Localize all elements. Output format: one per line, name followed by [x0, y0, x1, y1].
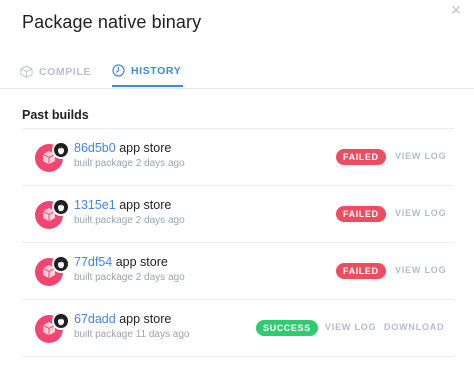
view-log-button[interactable]: VIEW LOG	[325, 322, 376, 332]
package-binary-dialog: Package native binary × COMPILE HISTORY …	[0, 0, 474, 391]
build-target: app store	[119, 312, 172, 326]
tab-bar: COMPILE HISTORY	[0, 56, 474, 89]
apple-icon	[58, 203, 64, 211]
build-target: app store	[115, 255, 168, 269]
app-avatar	[35, 141, 70, 172]
tab-compile-label: COMPILE	[39, 65, 92, 78]
apple-badge	[52, 198, 70, 216]
download-button[interactable]: DOWNLOAD	[384, 322, 444, 332]
clock-icon	[112, 64, 125, 77]
app-avatar	[35, 312, 70, 343]
build-info: 77df54 app store built package 2 days ag…	[74, 255, 185, 283]
build-hash-link[interactable]: 1315e1	[74, 198, 116, 212]
view-log-button[interactable]: VIEW LOG	[395, 151, 446, 161]
build-subtitle: built package 2 days ago	[74, 158, 185, 169]
build-subtitle: built package 11 days ago	[74, 329, 190, 340]
build-info: 67dadd app store built package 11 days a…	[74, 312, 189, 340]
apple-badge	[52, 255, 70, 273]
view-log-button[interactable]: VIEW LOG	[395, 208, 446, 218]
status-badge: SUCCESS	[256, 320, 318, 336]
build-subtitle: built package 2 days ago	[74, 272, 185, 283]
apple-icon	[58, 146, 64, 154]
app-avatar	[35, 198, 70, 229]
apple-icon	[58, 317, 64, 325]
view-log-button[interactable]: VIEW LOG	[395, 265, 446, 275]
tab-history-label: HISTORY	[131, 64, 182, 77]
build-hash-link[interactable]: 77df54	[74, 255, 112, 269]
build-info: 86d5b0 app store built package 2 days ag…	[74, 141, 185, 169]
status-badge: FAILED	[336, 149, 386, 165]
status-badge: FAILED	[336, 206, 386, 222]
app-avatar	[35, 255, 70, 286]
builds-list: 86d5b0 app store built package 2 days ag…	[22, 128, 454, 357]
status-badge: FAILED	[336, 263, 386, 279]
build-info: 1315e1 app store built package 2 days ag…	[74, 198, 185, 226]
tab-history[interactable]: HISTORY	[112, 56, 184, 87]
section-title: Past builds	[22, 108, 89, 122]
apple-icon	[58, 260, 64, 268]
dialog-title: Package native binary	[22, 12, 202, 32]
build-row: 1315e1 app store built package 2 days ag…	[22, 185, 454, 242]
build-target: app store	[119, 141, 172, 155]
build-hash-link[interactable]: 86d5b0	[74, 141, 116, 155]
tab-compile[interactable]: COMPILE	[20, 56, 91, 87]
build-row: 77df54 app store built package 2 days ag…	[22, 242, 454, 299]
build-row: 67dadd app store built package 11 days a…	[22, 299, 454, 357]
build-subtitle: built package 2 days ago	[74, 215, 185, 226]
build-target: app store	[119, 198, 172, 212]
build-row: 86d5b0 app store built package 2 days ag…	[22, 128, 454, 185]
box-icon	[20, 65, 33, 78]
build-hash-link[interactable]: 67dadd	[74, 312, 116, 326]
apple-badge	[52, 141, 70, 159]
apple-badge	[52, 312, 70, 330]
close-icon[interactable]: ×	[446, 0, 466, 20]
